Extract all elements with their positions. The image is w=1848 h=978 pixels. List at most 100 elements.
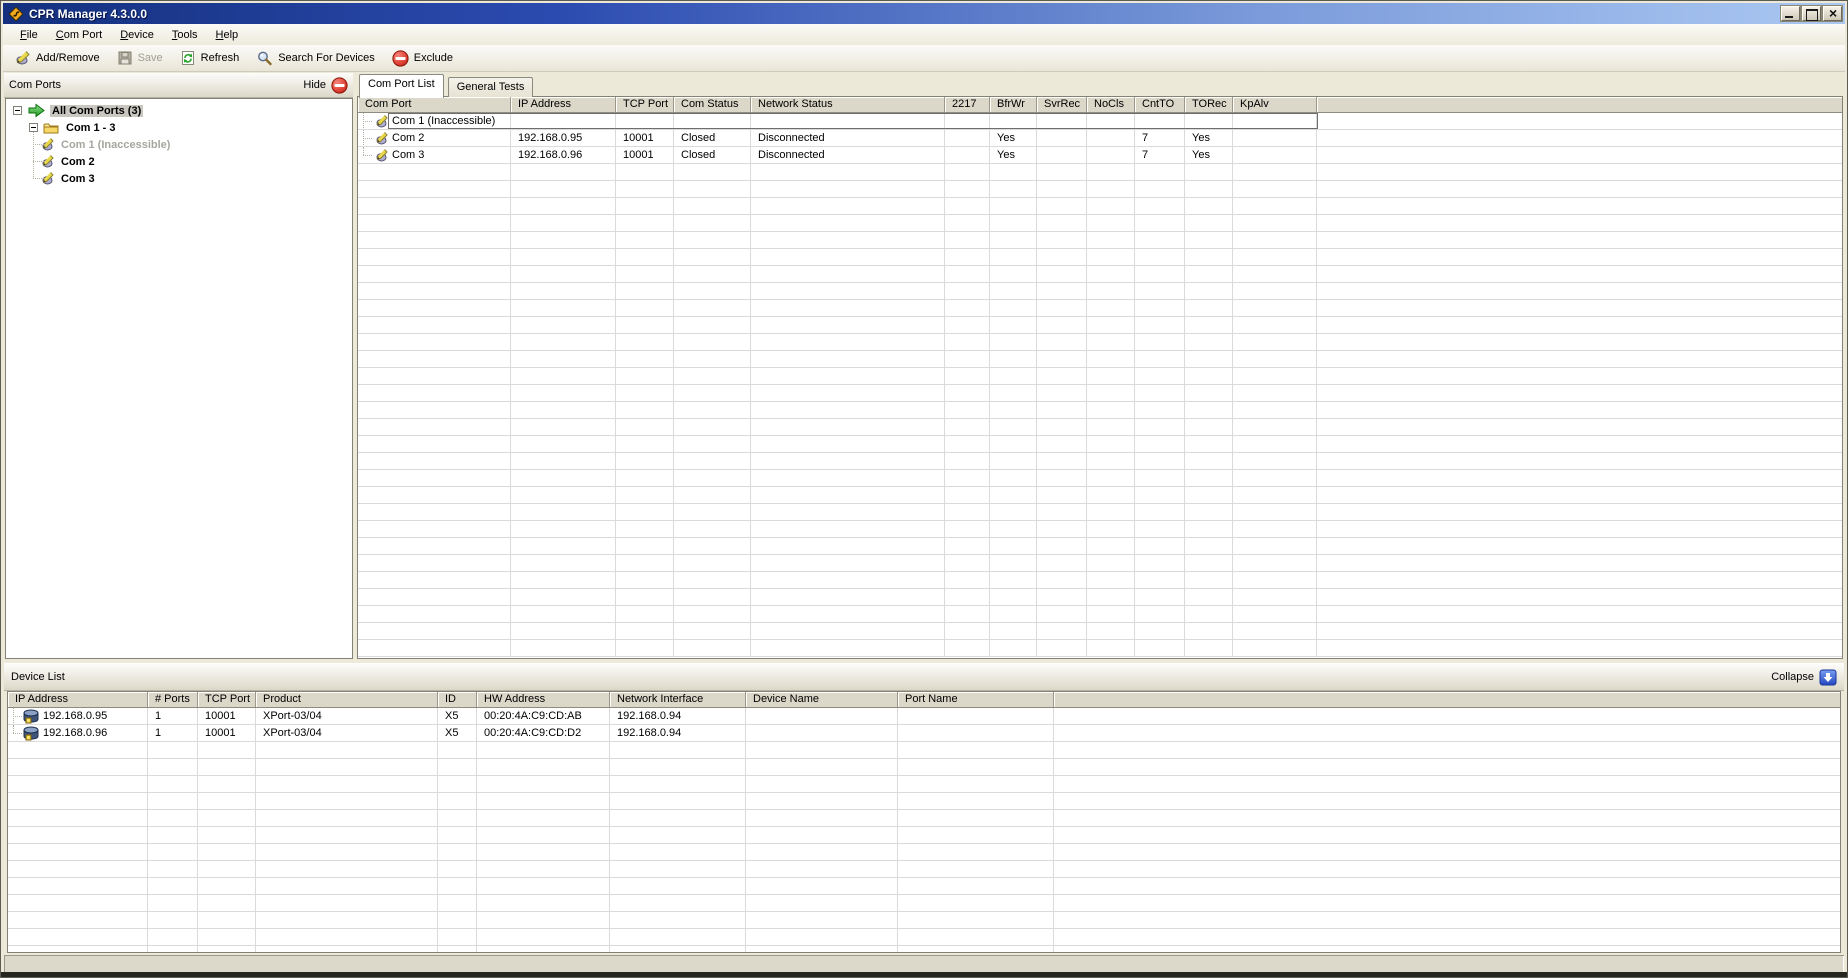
column-header-network-status[interactable]: Network Status bbox=[751, 97, 945, 112]
column-header-network-interface[interactable]: Network Interface bbox=[610, 692, 746, 707]
tree-expander-icon[interactable] bbox=[29, 123, 38, 132]
empty-table-row[interactable] bbox=[358, 232, 1842, 249]
empty-table-row[interactable] bbox=[358, 164, 1842, 181]
column-header-ip-address[interactable]: IP Address bbox=[8, 692, 148, 707]
empty-cell bbox=[616, 402, 674, 418]
table-row-com-3[interactable]: Com 3192.168.0.9610001ClosedDisconnected… bbox=[358, 147, 1842, 164]
toolbar-button-exclude[interactable]: Exclude bbox=[385, 47, 460, 70]
empty-table-row[interactable] bbox=[358, 385, 1842, 402]
empty-table-row[interactable] bbox=[358, 623, 1842, 640]
empty-table-row[interactable] bbox=[358, 266, 1842, 283]
tree-item-com-1-3[interactable]: Com 1 - 3 bbox=[6, 119, 352, 136]
menu-item-device[interactable]: Device bbox=[111, 26, 163, 44]
empty-table-row[interactable] bbox=[8, 929, 1840, 946]
empty-table-row[interactable] bbox=[358, 589, 1842, 606]
empty-table-row[interactable] bbox=[358, 453, 1842, 470]
tab-com-port-list[interactable]: Com Port List bbox=[359, 74, 444, 98]
empty-table-row[interactable] bbox=[358, 402, 1842, 419]
table-row-192-168-0-95[interactable]: 192.168.0.95110001XPort-03/04X500:20:4A:… bbox=[8, 708, 1840, 725]
empty-table-row[interactable] bbox=[8, 844, 1840, 861]
column-header-com-port[interactable]: Com Port bbox=[358, 97, 511, 112]
empty-table-row[interactable] bbox=[358, 317, 1842, 334]
empty-cell bbox=[1087, 368, 1135, 384]
cell-network-interface: 192.168.0.94 bbox=[610, 708, 746, 724]
empty-table-row[interactable] bbox=[358, 419, 1842, 436]
column-header-torec[interactable]: TORec bbox=[1185, 97, 1233, 112]
empty-table-row[interactable] bbox=[358, 334, 1842, 351]
empty-table-row[interactable] bbox=[8, 810, 1840, 827]
empty-table-row[interactable] bbox=[358, 487, 1842, 504]
table-row-192-168-0-96[interactable]: 192.168.0.96110001XPort-03/04X500:20:4A:… bbox=[8, 725, 1840, 742]
column-header-ip-address[interactable]: IP Address bbox=[511, 97, 616, 112]
empty-table-row[interactable] bbox=[358, 436, 1842, 453]
empty-table-row[interactable] bbox=[8, 793, 1840, 810]
empty-table-row[interactable] bbox=[358, 572, 1842, 589]
empty-table-row[interactable] bbox=[8, 895, 1840, 912]
menu-item-file[interactable]: File bbox=[11, 26, 47, 44]
empty-table-row[interactable] bbox=[8, 878, 1840, 895]
empty-table-row[interactable] bbox=[358, 521, 1842, 538]
column-header-svrrec[interactable]: SvrRec bbox=[1037, 97, 1087, 112]
maximize-button[interactable] bbox=[1802, 6, 1821, 21]
empty-table-row[interactable] bbox=[358, 606, 1842, 623]
column-header-cntto[interactable]: CntTO bbox=[1135, 97, 1185, 112]
empty-table-row[interactable] bbox=[358, 215, 1842, 232]
empty-table-row[interactable] bbox=[8, 912, 1840, 929]
column-header-nocls[interactable]: NoCls bbox=[1087, 97, 1135, 112]
empty-table-row[interactable] bbox=[8, 742, 1840, 759]
empty-table-row[interactable] bbox=[358, 351, 1842, 368]
column-header-ports[interactable]: # Ports bbox=[148, 692, 198, 707]
hide-button[interactable] bbox=[331, 77, 348, 94]
empty-table-row[interactable] bbox=[358, 538, 1842, 555]
tree-item-com-3[interactable]: Com 3 bbox=[6, 170, 352, 187]
minimize-button[interactable] bbox=[1781, 6, 1800, 21]
empty-table-row[interactable] bbox=[358, 640, 1842, 657]
column-header-port-name[interactable]: Port Name bbox=[898, 692, 1054, 707]
empty-table-row[interactable] bbox=[358, 504, 1842, 521]
empty-cell bbox=[1087, 504, 1135, 520]
empty-cell bbox=[751, 351, 945, 367]
collapse-button[interactable] bbox=[1819, 669, 1837, 686]
column-header-id[interactable]: ID bbox=[438, 692, 477, 707]
tab-general-tests[interactable]: General Tests bbox=[448, 77, 534, 97]
column-header-product[interactable]: Product bbox=[256, 692, 438, 707]
empty-cell bbox=[1185, 334, 1233, 350]
empty-table-row[interactable] bbox=[8, 827, 1840, 844]
empty-table-row[interactable] bbox=[358, 555, 1842, 572]
empty-cell bbox=[746, 861, 898, 877]
column-header-tcp-port[interactable]: TCP Port bbox=[198, 692, 256, 707]
menu-item-tools[interactable]: Tools bbox=[163, 26, 207, 44]
empty-table-row[interactable] bbox=[8, 861, 1840, 878]
toolbar-button-search-for-devices[interactable]: Search For Devices bbox=[249, 47, 382, 69]
toolbar-button-refresh[interactable]: Refresh bbox=[173, 47, 247, 69]
column-header-kpalv[interactable]: KpAlv bbox=[1233, 97, 1317, 112]
empty-table-row[interactable] bbox=[358, 368, 1842, 385]
column-header-tcp-port[interactable]: TCP Port bbox=[616, 97, 674, 112]
table-row-com-2[interactable]: Com 2192.168.0.9510001ClosedDisconnected… bbox=[358, 130, 1842, 147]
tree-item-com-2[interactable]: Com 2 bbox=[6, 153, 352, 170]
table-row-com-1-inaccessible[interactable]: Com 1 (Inaccessible) bbox=[358, 113, 1842, 130]
tree-item-com-1-inaccessible[interactable]: Com 1 (Inaccessible) bbox=[6, 136, 352, 153]
toolbar-button-add-remove[interactable]: Add/Remove bbox=[7, 47, 107, 69]
menu-item-com-port[interactable]: Com Port bbox=[47, 26, 111, 44]
empty-cell bbox=[1087, 606, 1135, 622]
empty-table-row[interactable] bbox=[358, 249, 1842, 266]
close-button[interactable] bbox=[1823, 6, 1842, 21]
empty-table-row[interactable] bbox=[358, 198, 1842, 215]
tree-item-all-com-ports-3[interactable]: All Com Ports (3) bbox=[6, 102, 352, 119]
empty-table-row[interactable] bbox=[8, 776, 1840, 793]
empty-table-row[interactable] bbox=[358, 181, 1842, 198]
column-header-2217[interactable]: 2217 bbox=[945, 97, 990, 112]
tree-expander-icon[interactable] bbox=[13, 106, 22, 115]
column-header-com-status[interactable]: Com Status bbox=[674, 97, 751, 112]
column-header-hw-address[interactable]: HW Address bbox=[477, 692, 610, 707]
empty-table-row[interactable] bbox=[358, 283, 1842, 300]
empty-table-row[interactable] bbox=[8, 759, 1840, 776]
column-header-bfrwr[interactable]: BfrWr bbox=[990, 97, 1037, 112]
empty-table-row[interactable] bbox=[8, 946, 1840, 953]
empty-table-row[interactable] bbox=[358, 300, 1842, 317]
empty-table-row[interactable] bbox=[358, 470, 1842, 487]
menu-item-help[interactable]: Help bbox=[207, 26, 248, 44]
toolbar-button-save[interactable]: Save bbox=[110, 47, 170, 69]
column-header-device-name[interactable]: Device Name bbox=[746, 692, 898, 707]
